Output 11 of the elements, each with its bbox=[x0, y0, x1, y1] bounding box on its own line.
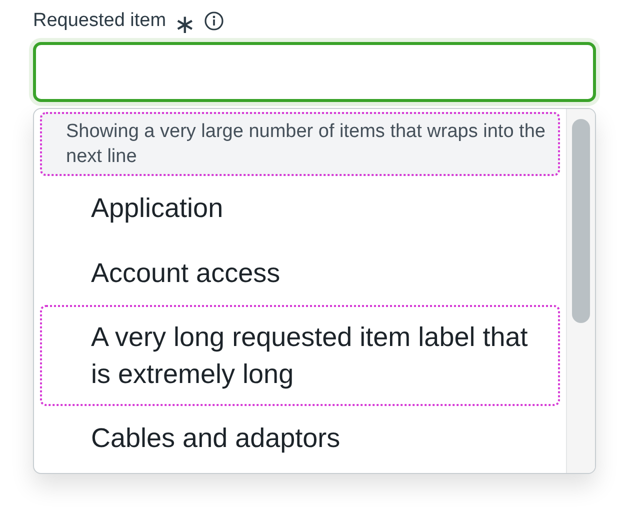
dropdown-option[interactable]: Cables and adaptors bbox=[40, 406, 560, 471]
scrollbar[interactable] bbox=[566, 109, 595, 473]
info-icon[interactable] bbox=[204, 11, 224, 31]
dropdown-option[interactable]: A very long requested item label that is extremely long bbox=[40, 305, 560, 406]
scrollbar-thumb[interactable] bbox=[572, 119, 590, 323]
dropdown-option[interactable]: Account access bbox=[40, 240, 560, 306]
dropdown-option[interactable]: Application bbox=[40, 176, 560, 241]
field-label: Requested item bbox=[33, 10, 166, 32]
requested-item-field[interactable] bbox=[33, 42, 596, 102]
results-message: Showing a very large number of items that wraps into the next line bbox=[40, 112, 560, 176]
required-mark: ∗ bbox=[174, 11, 196, 37]
